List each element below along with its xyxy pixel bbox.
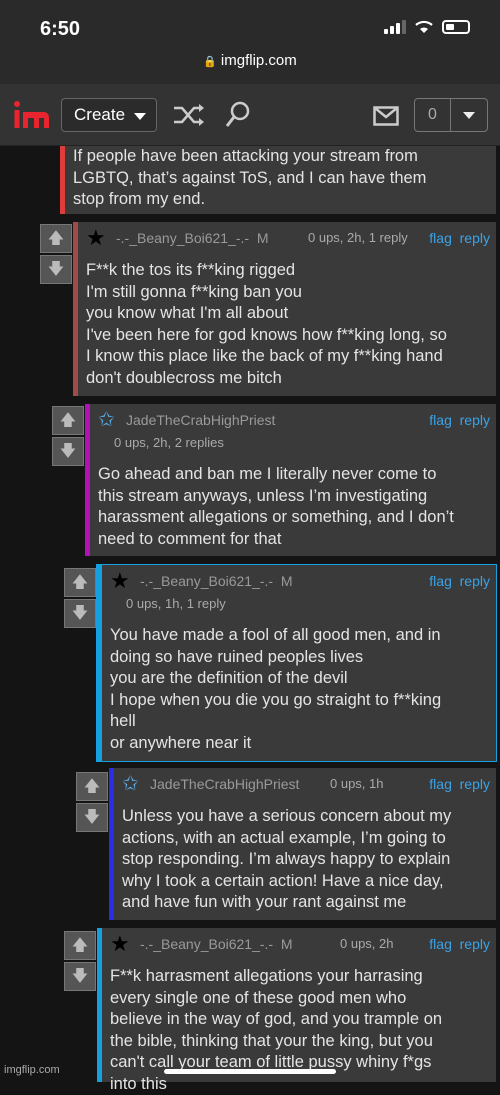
chevron-down-icon [463, 112, 475, 119]
comment-meta: 0 ups, 1h, 1 reply [126, 596, 226, 611]
flag-link[interactable]: flag [429, 412, 452, 428]
vote-buttons: 🡅 🡇 [64, 931, 96, 993]
mail-icon[interactable] [373, 106, 399, 126]
notification-count: 0 [415, 99, 451, 131]
status-time: 6:50 [40, 18, 80, 41]
home-indicator[interactable] [164, 1069, 336, 1074]
star-icon: ★ [110, 931, 130, 957]
url-text: imgflip.com [221, 52, 297, 69]
comment-links: flag reply [429, 776, 490, 792]
notifications-dropdown[interactable]: 0 [414, 98, 488, 132]
comment: ★ -.-_Beany_Boi621_-.- M 0 ups, 2h flag … [97, 928, 496, 1082]
flag-link[interactable]: flag [429, 573, 452, 589]
comment-body: F**k the tos its f**king rigged I'm stil… [86, 260, 488, 389]
upvote-button[interactable]: 🡅 [64, 931, 96, 960]
comment-meta-row: 0 ups, 1h, 1 reply [110, 596, 490, 618]
username: -.-_Beany_Boi621_-.- [140, 573, 273, 589]
vote-buttons: 🡅 🡇 [40, 224, 72, 286]
comment-body: Unless you have a serious concern about … [122, 806, 488, 914]
comment: ★ -.-_Beany_Boi621_-.- M 0 ups, 2h, 1 re… [73, 222, 496, 396]
imgflip-logo[interactable] [13, 100, 49, 130]
comment-body: If people have been attacking your strea… [73, 146, 488, 211]
reply-link[interactable]: reply [460, 776, 490, 792]
downvote-button[interactable]: 🡇 [52, 437, 84, 466]
comment-meta: 0 ups, 1h [330, 776, 384, 791]
comment-links: flag reply [429, 412, 490, 428]
comment: ✩ JadeTheCrabHighPriest 0 ups, 1h flag r… [109, 768, 496, 920]
comment-header: ✩ JadeTheCrabHighPriest 0 ups, 1h flag r… [122, 774, 490, 796]
flag-link[interactable]: flag [429, 776, 452, 792]
upvote-button[interactable]: 🡅 [76, 772, 108, 801]
status-icons [384, 20, 470, 34]
signal-icon [384, 20, 406, 34]
comment-links: flag reply [429, 230, 490, 246]
downvote-button[interactable]: 🡇 [40, 255, 72, 284]
comment-header: ★ -.-_Beany_Boi621_-.- M flag reply [110, 571, 490, 593]
vote-buttons: 🡅 🡇 [64, 568, 96, 630]
comment: ✩ JadeTheCrabHighPriest flag reply 0 ups… [85, 404, 496, 556]
username: -.-_Beany_Boi621_-.- [116, 230, 249, 246]
star-icon: ★ [86, 225, 106, 251]
comment: If people have been attacking your strea… [60, 146, 496, 214]
mod-badge: M [281, 936, 293, 952]
star-icon: ★ [110, 568, 130, 594]
flag-link[interactable]: flag [429, 936, 452, 952]
battery-icon [442, 20, 470, 34]
upvote-button[interactable]: 🡅 [52, 406, 84, 435]
url-bar[interactable]: 🔒 imgflip.com [0, 52, 500, 84]
comment-meta: 0 ups, 2h, 2 replies [114, 435, 224, 450]
vote-buttons: 🡅 🡇 [52, 406, 84, 468]
reply-link[interactable]: reply [460, 573, 490, 589]
caret-down-icon [134, 113, 146, 120]
username-link[interactable]: JadeTheCrabHighPriest [126, 412, 275, 428]
vote-buttons: 🡅 🡇 [76, 772, 108, 834]
status-bar: 6:50 [0, 0, 500, 52]
username: JadeTheCrabHighPriest [126, 412, 275, 428]
comment-body: Go ahead and ban me I literally never co… [98, 464, 488, 550]
flag-link[interactable]: flag [429, 230, 452, 246]
comment-body: You have made a fool of all good men, an… [110, 625, 488, 754]
lock-icon: 🔒 [203, 56, 217, 68]
downvote-button[interactable]: 🡇 [64, 599, 96, 628]
comment-meta-row: 0 ups, 2h, 2 replies [98, 435, 490, 457]
downvote-button[interactable]: 🡇 [64, 962, 96, 991]
username-link[interactable]: -.-_Beany_Boi621_-.- M [140, 936, 293, 952]
comment-links: flag reply [429, 573, 490, 589]
star-outline-icon: ✩ [98, 407, 115, 432]
reply-link[interactable]: reply [460, 936, 490, 952]
watermark: imgflip.com [4, 1064, 60, 1076]
comment-header: ✩ JadeTheCrabHighPriest flag reply [98, 410, 490, 432]
username-link[interactable]: JadeTheCrabHighPriest [150, 776, 299, 792]
reply-link[interactable]: reply [460, 230, 490, 246]
star-outline-icon: ✩ [122, 771, 139, 796]
mod-badge: M [281, 573, 293, 589]
mod-badge: M [257, 230, 269, 246]
create-label: Create [74, 105, 125, 124]
username: JadeTheCrabHighPriest [150, 776, 299, 792]
wifi-icon [414, 20, 434, 34]
username-link[interactable]: -.-_Beany_Boi621_-.- M [140, 573, 293, 589]
comment-header: ★ -.-_Beany_Boi621_-.- M 0 ups, 2h flag … [110, 934, 490, 956]
username-link[interactable]: -.-_Beany_Boi621_-.- M [116, 230, 269, 246]
upvote-button[interactable]: 🡅 [64, 568, 96, 597]
comment-meta: 0 ups, 2h, 1 reply [308, 230, 408, 245]
top-nav: Create 0 [0, 84, 500, 146]
comment-header: ★ -.-_Beany_Boi621_-.- M 0 ups, 2h, 1 re… [86, 228, 490, 250]
reply-link[interactable]: reply [460, 412, 490, 428]
comment: ★ -.-_Beany_Boi621_-.- M flag reply 0 up… [97, 565, 496, 761]
search-icon[interactable] [224, 100, 252, 130]
downvote-button[interactable]: 🡇 [76, 803, 108, 832]
create-button[interactable]: Create [61, 98, 157, 132]
comment-body: F**k harrasment allegations your harrasi… [110, 966, 488, 1095]
shuffle-icon[interactable] [172, 102, 206, 128]
comment-meta: 0 ups, 2h [340, 936, 394, 951]
comment-links: flag reply [429, 936, 490, 952]
username: -.-_Beany_Boi621_-.- [140, 936, 273, 952]
upvote-button[interactable]: 🡅 [40, 224, 72, 253]
